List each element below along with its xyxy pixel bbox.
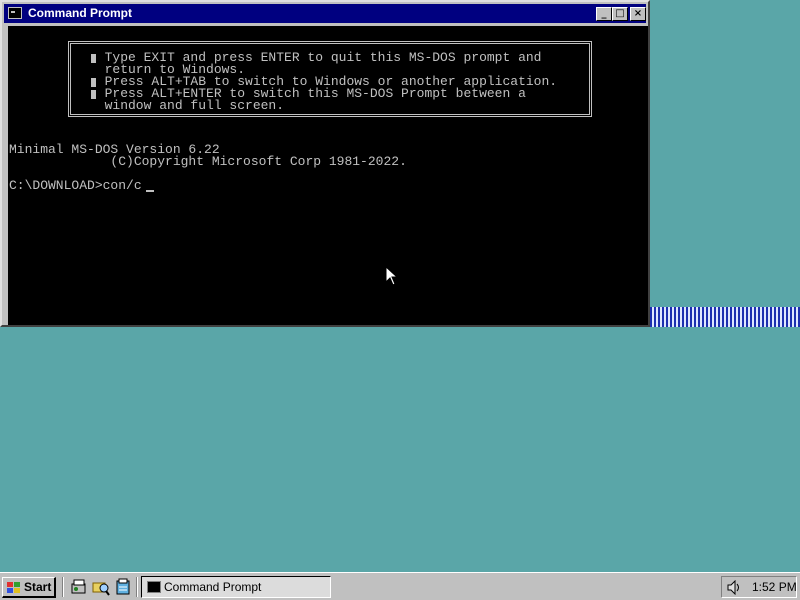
close-button[interactable]: × [630, 7, 646, 21]
taskbar-button-command-prompt[interactable]: Command Prompt [141, 576, 331, 598]
task-label: Command Prompt [164, 580, 262, 594]
title-bar[interactable]: Command Prompt _ □ × [4, 4, 646, 23]
taskbar: Start Command Prompt 1:52 PM [0, 572, 800, 600]
console-area[interactable]: Type EXIT and press ENTER to quit this M… [8, 26, 648, 325]
volume-icon[interactable] [726, 580, 742, 595]
system-tray: 1:52 PM [721, 576, 797, 598]
minimize-button[interactable]: _ [596, 7, 612, 21]
clock[interactable]: 1:52 PM [752, 580, 797, 594]
msdos-icon [147, 581, 161, 593]
command-line[interactable]: C:\DOWNLOAD>con/c [9, 179, 142, 192]
start-label: Start [24, 580, 52, 594]
folder-search-icon[interactable] [92, 578, 110, 596]
info-banner: Type EXIT and press ENTER to quit this M… [68, 41, 592, 117]
command-prompt-window[interactable]: Command Prompt _ □ × Type EXIT and press… [0, 0, 650, 327]
desktop-glitch-stripe [650, 307, 800, 327]
windows-logo-icon [7, 582, 20, 593]
banner-line: window and full screen. [89, 98, 285, 113]
msdos-icon[interactable] [8, 7, 22, 19]
text-cursor [146, 190, 154, 192]
start-button[interactable]: Start [2, 577, 56, 598]
maximize-button[interactable]: □ [612, 7, 628, 21]
taskbar-separator [62, 577, 64, 597]
notepad-icon[interactable] [114, 578, 132, 596]
taskbar-separator [136, 577, 138, 597]
explorer-icon[interactable] [70, 578, 88, 596]
mouse-pointer-icon [386, 267, 398, 286]
copyright-line: (C)Copyright Microsoft Corp 1981-2022. [9, 154, 407, 169]
window-title: Command Prompt [28, 6, 133, 20]
